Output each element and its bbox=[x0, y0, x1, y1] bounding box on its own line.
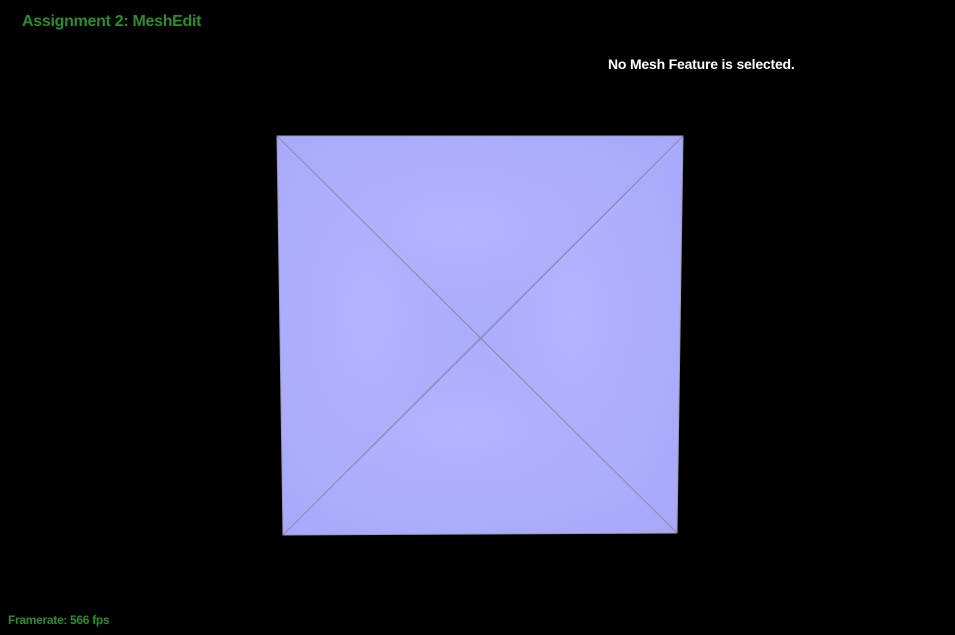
mesh[interactable] bbox=[276, 135, 684, 536]
app-title: Assignment 2: MeshEdit bbox=[22, 13, 202, 30]
selection-status: No Mesh Feature is selected. bbox=[608, 56, 795, 72]
render-viewport[interactable]: Assignment 2: MeshEdit No Mesh Feature i… bbox=[0, 0, 955, 635]
mesh-canvas[interactable] bbox=[0, 0, 955, 635]
framerate-readout: Framerate: 566 fps bbox=[8, 613, 110, 627]
